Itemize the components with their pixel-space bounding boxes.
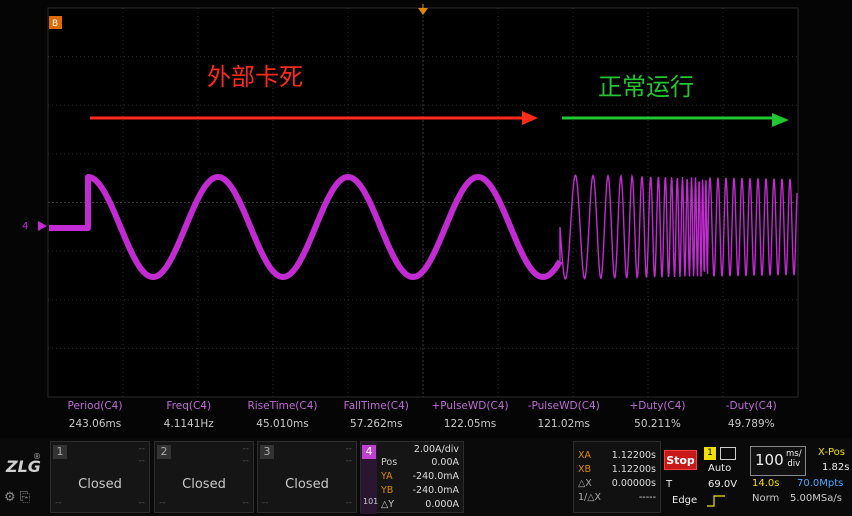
timebase-value: 100 — [755, 451, 784, 469]
measurement-value: 49.789% — [727, 418, 775, 430]
channel1-number: 1 — [53, 445, 67, 459]
channel2-state: Closed — [182, 477, 226, 492]
svg-text:4: 4 — [22, 221, 28, 232]
timebase-control[interactable]: 100 ms/ div — [750, 446, 806, 476]
trigger-source: 1 — [704, 447, 716, 460]
measurement-value: 243.06ms — [68, 418, 122, 430]
cursor-xb-value: 1.12200s — [611, 464, 656, 475]
measurement-value: 122.05ms — [443, 418, 497, 430]
channel2-number: 2 — [157, 445, 171, 459]
toolbar-icons[interactable]: ⚙ ⎘ — [4, 490, 30, 505]
timebase-unit-bottom: div — [787, 459, 801, 469]
channel1-state: Closed — [78, 477, 122, 492]
svg-text:B: B — [52, 19, 58, 29]
running-label: 正常运行 — [598, 73, 694, 101]
measurement-value: 57.262ms — [350, 418, 403, 430]
xpos-label: X-Pos — [818, 447, 845, 458]
run-stop-button[interactable]: Stop — [664, 450, 697, 470]
channel4-ya-label: YA — [381, 471, 393, 482]
registered-mark: ® — [33, 452, 41, 461]
channel4-ya-value: -240.0mA — [412, 471, 459, 482]
measurement-name[interactable]: -PulseWD(C4) — [517, 400, 611, 412]
cursor-xb-label: XB — [578, 464, 592, 475]
channel4-number: 4 — [362, 445, 376, 459]
sample-rate: 5.00MSa/s — [790, 493, 842, 504]
channel4-pos-value: 0.00A — [431, 457, 459, 468]
channel4-dy-value: 0.000A — [425, 499, 459, 510]
measurement-name[interactable]: Period(C4) — [48, 400, 142, 412]
channel3-state: Closed — [285, 477, 329, 492]
channel2-panel[interactable]: 2 -- -- Closed -- -- — [154, 441, 254, 513]
xpos-value[interactable]: 1.82s — [822, 462, 849, 473]
cursor-dx-value: 0.00000s — [611, 478, 656, 489]
cursor-dx-label: △X — [578, 478, 592, 489]
channel4-yb-label: YB — [381, 485, 394, 496]
trigger-level: 69.0V — [708, 479, 738, 490]
waveform-screen: 外部卡死 正常运行 4 B — [0, 0, 852, 438]
measurement-value: 4.1141Hz — [163, 418, 214, 430]
cursor-inv-value: ----- — [638, 492, 656, 503]
channel4-bw-label: 101 — [363, 497, 379, 506]
channel4-yb-value: -240.0mA — [412, 485, 459, 496]
channel3-number: 3 — [260, 445, 274, 459]
cursor-panel[interactable]: XA 1.12200s XB 1.12200s △X 0.00000s 1/△X… — [573, 441, 661, 513]
oscilloscope-display: 外部卡死 正常运行 4 B Period(C4) 243.06ms Freq(C4)… — [0, 0, 852, 516]
channel4-dy-label: △Y — [381, 499, 395, 510]
measurement-bar: Period(C4) 243.06ms Freq(C4) 4.1141Hz RiseTi… — [48, 397, 798, 435]
measurement-value: 45.010ms — [256, 418, 309, 430]
channel4-panel[interactable]: 4 101 2.00A/div Pos 0.00A YA -240.0mA YB… — [360, 441, 464, 514]
channel3-panel[interactable]: 3 -- -- Closed -- -- — [257, 441, 357, 513]
channel4-scale: 2.00A/div — [413, 444, 459, 455]
stuck-label: 外部卡死 — [207, 63, 303, 91]
measurement-name[interactable]: FallTime(C4) — [329, 400, 423, 412]
cursor-xa-value: 1.12200s — [611, 450, 656, 461]
timebase-unit-top: ms/ — [786, 449, 802, 459]
record-length: 14.0s — [752, 478, 780, 489]
measurement-name[interactable]: Freq(C4) — [142, 400, 236, 412]
cursor-xa-label: XA — [578, 450, 592, 461]
measurement-value: 50.211% — [634, 418, 681, 430]
measurement-name[interactable]: +PulseWD(C4) — [423, 400, 517, 412]
measurement-name[interactable]: RiseTime(C4) — [236, 400, 330, 412]
channel4-pos-label: Pos — [381, 457, 398, 468]
acquisition-mode: Norm — [752, 493, 780, 504]
trigger-mode: Auto — [708, 463, 732, 474]
trigger-type-label: T — [666, 479, 673, 490]
rising-edge-icon — [707, 495, 725, 507]
cursor-inv-label: 1/△X — [578, 492, 602, 503]
memory-depth: 70.0Mpts — [797, 478, 844, 489]
channel1-panel[interactable]: 1 -- -- Closed -- -- — [50, 441, 150, 513]
measurement-name[interactable]: -Duty(C4) — [704, 400, 798, 412]
top-left-badge: B — [49, 16, 62, 29]
measurement-name[interactable]: +Duty(C4) — [611, 400, 705, 412]
measurement-value: 121.02ms — [537, 418, 590, 430]
trigger-coupling-icon — [720, 447, 736, 460]
trigger-edge-label: Edge — [672, 495, 698, 506]
